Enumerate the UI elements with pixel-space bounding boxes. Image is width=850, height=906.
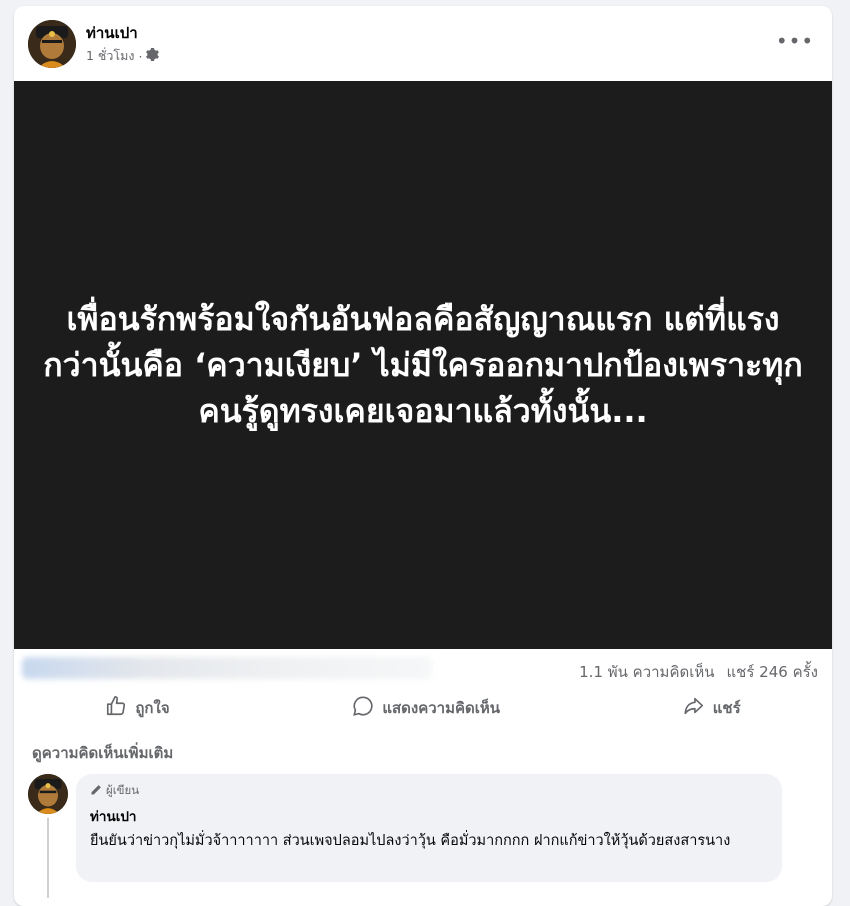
blurred-reactions xyxy=(22,657,432,679)
share-arrow-icon xyxy=(683,695,705,721)
speech-bubble-icon xyxy=(352,695,374,721)
commenter-avatar[interactable] xyxy=(28,774,68,814)
thumbs-up-icon xyxy=(105,695,127,721)
comments-count[interactable]: 1.1 พัน ความคิดเห็น xyxy=(579,660,714,684)
post-meta: 1 ชั่วโมง · xyxy=(86,46,160,66)
comment-button[interactable]: แสดงความคิดเห็น xyxy=(340,689,512,727)
comment-bubble: ผู้เขียน ท่านเปา ยืนยันว่าข่าวกุไม่มั่วจ… xyxy=(76,774,782,882)
author-avatar[interactable] xyxy=(28,20,76,68)
post-stats: 1.1 พัน ความคิดเห็น แชร์ 246 ครั้ง xyxy=(14,651,832,685)
post-image-text: เพื่อนรักพร้อมใจกันอันฟอลคือสัญญาณแรก แต… xyxy=(43,300,803,430)
post-time[interactable]: 1 ชั่วโมง xyxy=(86,46,135,66)
share-label: แชร์ xyxy=(712,699,741,717)
post-header: ท่านเปา 1 ชั่วโมง · ••• xyxy=(14,6,832,82)
meta-separator: · xyxy=(138,48,143,64)
more-options-button[interactable]: ••• xyxy=(776,28,813,54)
comment-author-name[interactable]: ท่านเปา xyxy=(90,805,768,827)
like-label: ถูกใจ xyxy=(135,699,170,717)
view-more-comments-link[interactable]: ดูความคิดเห็นเพิ่มเติม xyxy=(32,741,173,765)
gear-icon xyxy=(146,48,160,64)
pencil-icon xyxy=(90,784,102,799)
author-badge: ผู้เขียน xyxy=(90,782,768,800)
comment: ผู้เขียน ท่านเปา ยืนยันว่าข่าวกุไม่มั่วจ… xyxy=(14,774,832,898)
thread-line xyxy=(47,818,49,898)
comment-text: ยืนยันว่าข่าวกุไม่มั่วจ้าาาาาาา ส่วนเพจป… xyxy=(90,833,731,849)
stats-counts: 1.1 พัน ความคิดเห็น แชร์ 246 ครั้ง xyxy=(579,660,818,684)
shares-count[interactable]: แชร์ 246 ครั้ง xyxy=(727,660,819,684)
like-button[interactable]: ถูกใจ xyxy=(93,689,181,727)
comment-label: แสดงความคิดเห็น xyxy=(382,699,501,717)
share-button[interactable]: แชร์ xyxy=(671,689,753,727)
post-image[interactable]: เพื่อนรักพร้อมใจกันอันฟอลคือสัญญาณแรก แต… xyxy=(14,81,832,649)
post-author-name[interactable]: ท่านเปา xyxy=(86,21,138,45)
post-card: ท่านเปา 1 ชั่วโมง · ••• เพื่อนรักพร้อมใจ… xyxy=(14,6,832,906)
author-badge-label: ผู้เขียน xyxy=(106,783,140,797)
post-actions: ถูกใจ แสดงความคิดเห็น แชร์ xyxy=(14,689,832,727)
